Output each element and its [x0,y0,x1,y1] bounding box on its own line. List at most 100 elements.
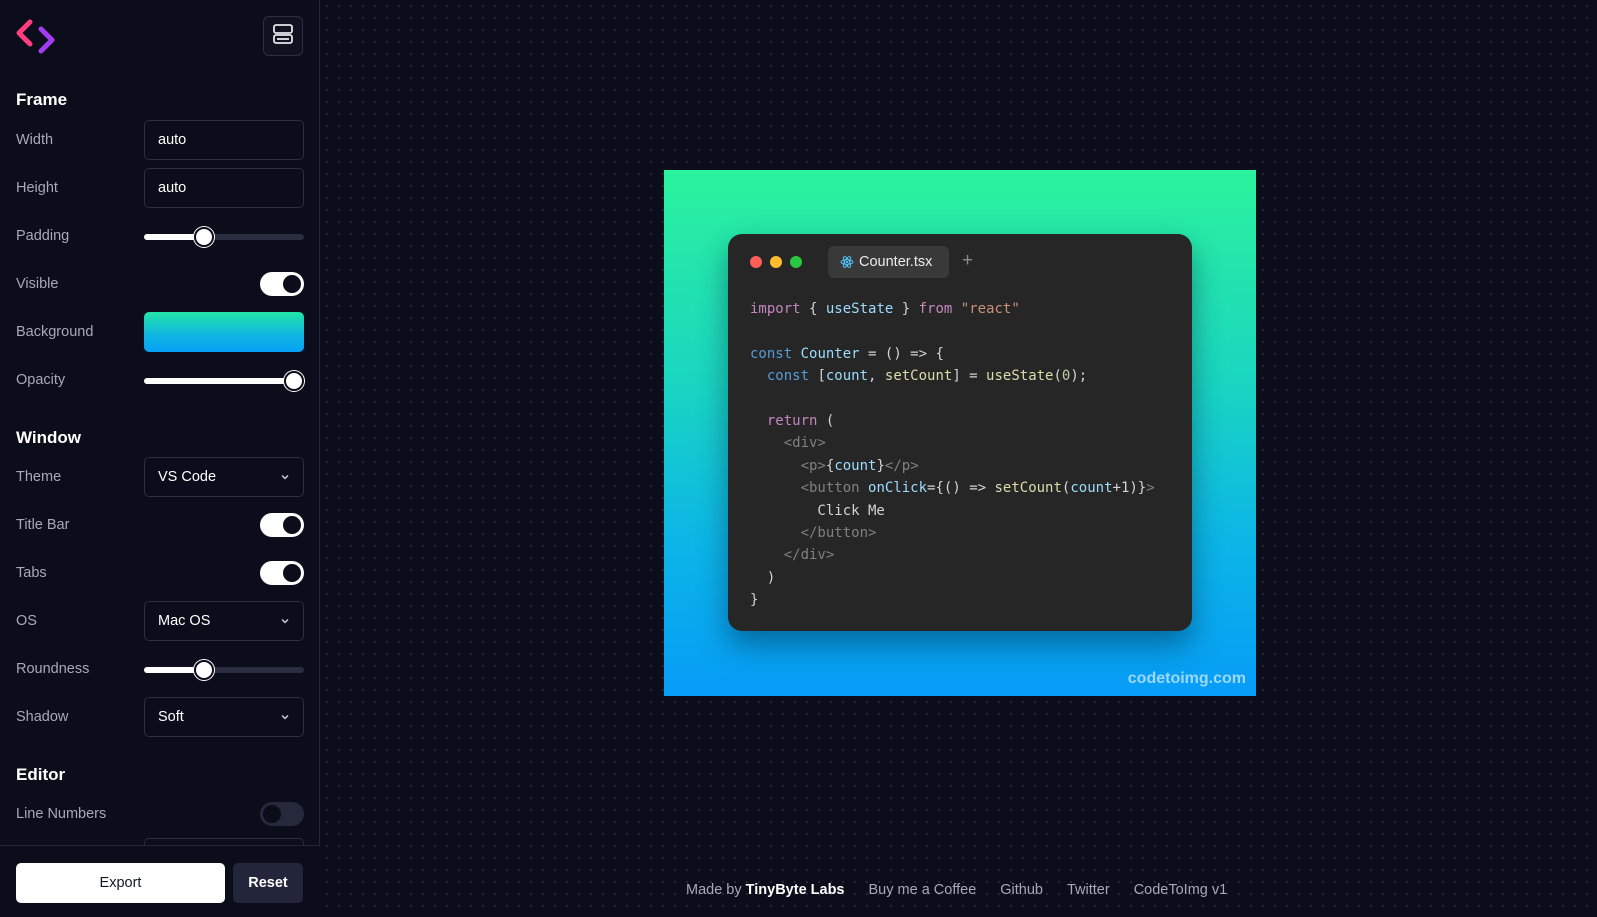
visible-label: Visible [16,276,59,292]
made-by-credit[interactable]: Made by TinyByte Labs [686,882,845,898]
code-token: ); [1070,368,1088,385]
width-input[interactable] [158,132,288,148]
code-line: </div> [750,544,1155,566]
opacity-slider-fill [144,378,294,384]
code-token: "react" [960,301,1020,317]
code-token: const [750,345,793,362]
code-token: > [1146,480,1155,497]
close-dot-icon [750,256,762,268]
github-link[interactable]: Github [1000,882,1043,898]
buy-coffee-link[interactable]: Buy me a Coffee [869,882,977,898]
window-section-title: Window [16,428,81,447]
roundness-slider[interactable] [144,660,304,680]
code-token: ( [1053,368,1062,385]
width-field[interactable] [144,120,304,160]
background-gradient-swatch[interactable] [144,312,304,352]
code-token: <p> [800,457,826,474]
code-line: <p>{count}</p> [750,455,1155,477]
code-token: from [918,301,953,317]
code-token: setCount [884,368,953,385]
maximize-dot-icon [790,256,802,268]
theme-select-value: VS Code [158,469,217,485]
roundness-slider-thumb[interactable] [194,660,215,680]
padding-slider[interactable] [144,227,304,247]
code-token: { [800,301,826,317]
code-line: const [count, setCount] = useState(0); [750,365,1155,387]
background-label: Background [16,324,94,340]
line-numbers-label: Line Numbers [16,806,107,822]
twitter-link[interactable]: Twitter [1067,882,1110,898]
width-label: Width [16,132,54,148]
code-line: const Counter = () => { [750,343,1155,365]
tabs-toggle[interactable] [260,561,304,585]
shadow-label: Shadow [16,709,69,725]
height-field[interactable] [144,168,304,208]
chevron-down-icon [279,711,291,727]
width-row: Width [16,120,304,160]
opacity-slider[interactable] [144,371,304,391]
roundness-label: Roundness [16,661,90,677]
code-token: count [1070,480,1113,497]
os-select-value: Mac OS [158,613,211,629]
tabs-label: Tabs [16,565,47,581]
page-footer: Made by TinyByte Labs Buy me a Coffee Gi… [686,882,1227,898]
file-tab-name: Counter.tsx [859,254,933,270]
code-line: import { useState } from "react" [750,298,1155,320]
os-select[interactable]: Mac OS [144,601,304,641]
react-atom-icon [840,255,854,269]
title-bar-row: Title Bar [16,505,304,545]
made-by-name[interactable]: TinyByte Labs [746,882,845,898]
shadow-select-value: Soft [158,709,184,725]
code-token: useState [825,301,894,317]
code-token: } [876,457,885,474]
opacity-slider-thumb[interactable] [284,371,304,391]
layout-toggle-button[interactable] [263,16,303,56]
code-editor[interactable]: import { useState } from "react" const C… [750,298,1155,611]
line-numbers-toggle[interactable] [260,802,304,826]
code-token: setCount [994,480,1062,497]
shadow-select[interactable]: Soft [144,697,304,737]
visible-row: Visible [16,264,304,304]
height-input[interactable] [158,180,288,196]
code-token: <button [800,480,860,497]
height-label: Height [16,180,58,196]
code-token: = () => { [859,345,944,362]
export-button[interactable]: Export [16,863,225,903]
line-numbers-row: Line Numbers [16,794,304,834]
line-numbers-toggle-knob [263,805,281,823]
next-setting-field-partial[interactable] [144,838,304,845]
theme-select[interactable]: VS Code [144,457,304,497]
frame-section-title: Frame [16,90,68,109]
os-label: OS [16,613,37,629]
reset-button[interactable]: Reset [233,863,303,903]
made-by-prefix: Made by [686,882,742,898]
code-line: <div> [750,432,1155,454]
code-line: } [750,589,1155,611]
visible-toggle[interactable] [260,272,304,296]
title-bar-toggle-knob [283,516,301,534]
code-token: } [893,301,919,317]
add-tab-icon[interactable]: + [962,250,973,272]
layout-panels-icon [272,23,294,50]
roundness-row: Roundness [16,649,304,689]
code-token: </p> [884,457,919,474]
minimize-dot-icon [770,256,782,268]
settings-scroll-area[interactable]: Frame Width Height Padding Visible [0,0,320,845]
code-token: } [750,592,759,609]
title-bar-label: Title Bar [16,517,70,533]
padding-row: Padding [16,216,304,256]
version-link[interactable]: CodeToImg v1 [1134,882,1228,898]
padding-slider-thumb[interactable] [194,227,215,247]
title-bar-toggle[interactable] [260,513,304,537]
code-token: onClick [868,480,928,497]
file-tab[interactable]: Counter.tsx [828,246,949,278]
